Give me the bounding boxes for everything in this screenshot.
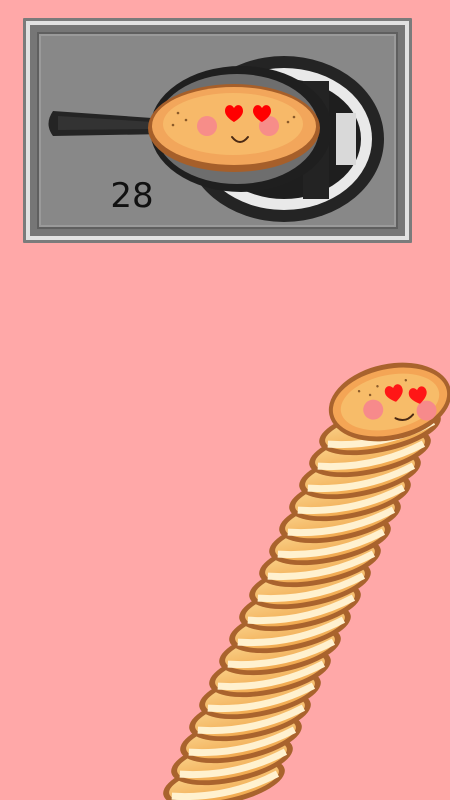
game-screen[interactable]: 28	[0, 0, 450, 800]
pancake-stack	[163, 362, 450, 800]
stack-layers	[163, 404, 441, 800]
